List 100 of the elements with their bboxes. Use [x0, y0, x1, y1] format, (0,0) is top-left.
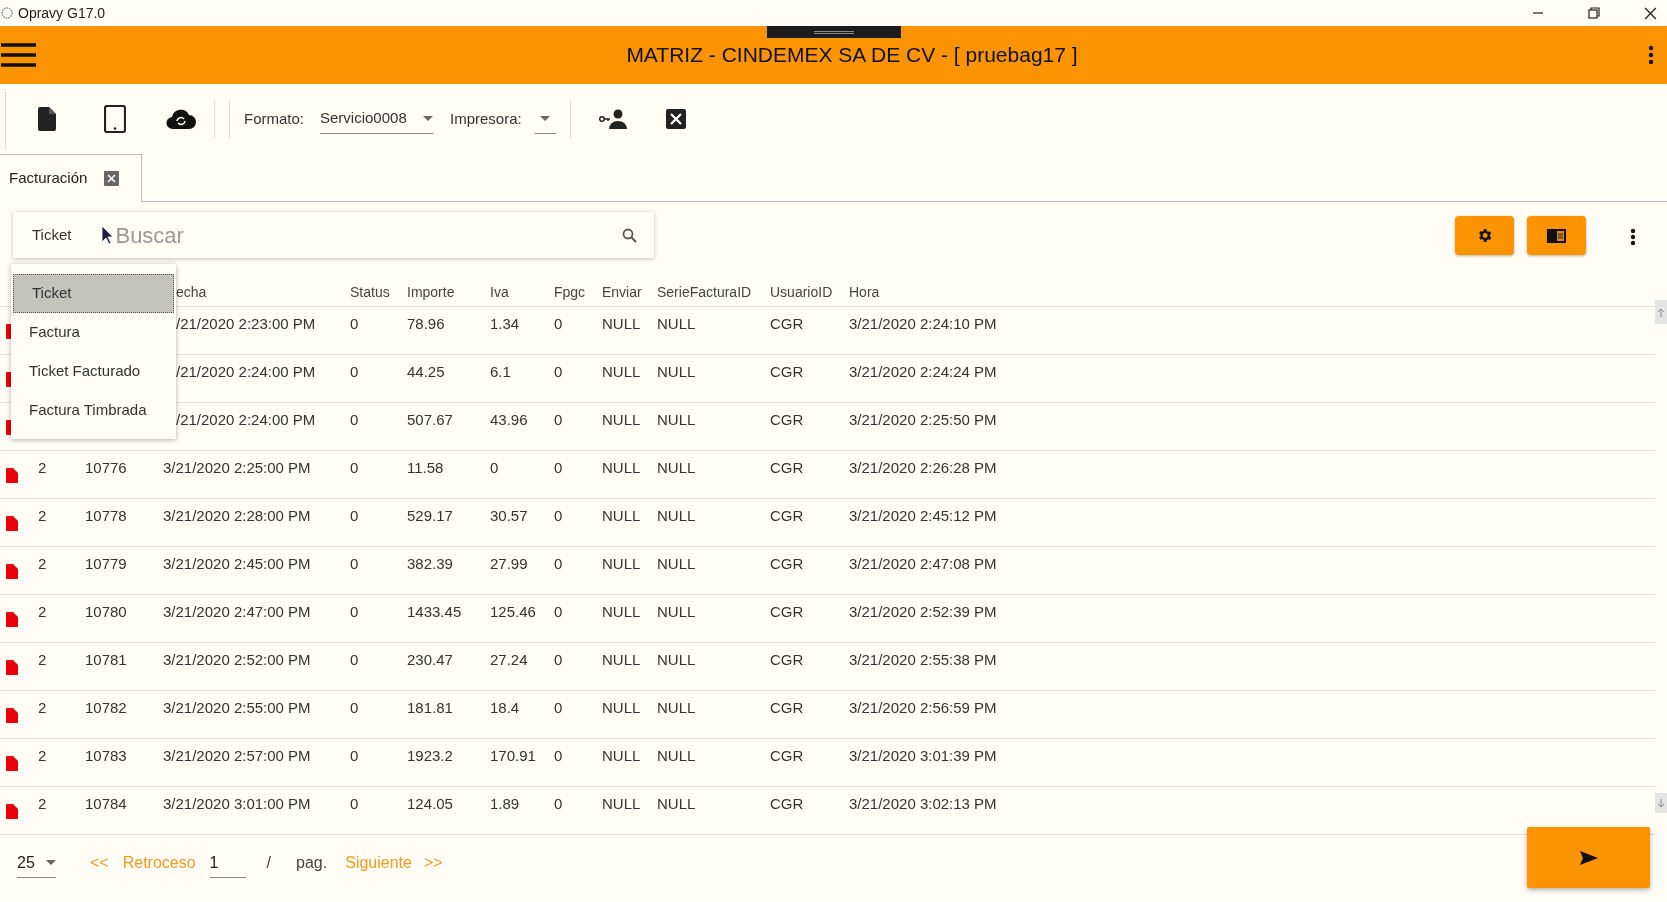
- settings-button[interactable]: [1455, 216, 1514, 255]
- column-header: Importe: [407, 284, 455, 300]
- table-cell: 3/21/2020 2:55:00 PM: [163, 699, 311, 716]
- table-cell: 0: [350, 795, 359, 812]
- table-cell: 230.47: [407, 651, 453, 668]
- cursor-icon: [101, 225, 114, 245]
- table-cell: NULL: [602, 459, 641, 476]
- table-cell: 10779: [85, 555, 127, 572]
- table-cell: 0: [554, 459, 563, 476]
- table-cell: 0: [350, 507, 359, 524]
- scroll-down-button[interactable]: [1655, 793, 1667, 813]
- table-cell: NULL: [657, 315, 696, 332]
- cloud-sync-icon[interactable]: [166, 108, 196, 130]
- close-box-icon[interactable]: [665, 109, 686, 129]
- menu-icon[interactable]: [1, 42, 36, 68]
- search-field[interactable]: Buscar: [115, 218, 622, 252]
- document-icon: [6, 660, 18, 675]
- table-cell: NULL: [657, 651, 696, 668]
- table-cell: /21/2020 2:23:00 PM: [176, 315, 316, 332]
- filter-select[interactable]: Ticket: [32, 223, 72, 247]
- table-cell: CGR: [770, 315, 804, 332]
- table-cell: 2: [38, 699, 47, 716]
- caret-icon: [540, 116, 551, 121]
- table-cell: 0: [350, 411, 359, 428]
- close-icon[interactable]: [1644, 6, 1657, 20]
- table-cell: 10783: [85, 747, 127, 764]
- table-cell: CGR: [770, 411, 804, 428]
- table-cell: NULL: [602, 411, 641, 428]
- table-cell: NULL: [602, 699, 641, 716]
- column-header: Iva: [490, 284, 509, 300]
- table-cell: 44.25: [407, 363, 445, 380]
- table-cell: NULL: [657, 507, 696, 524]
- format-dropdown[interactable]: Servicio0008: [320, 104, 433, 134]
- more-icon[interactable]: [1630, 228, 1636, 246]
- panel-icon: [1547, 228, 1566, 243]
- table-cell: 10776: [85, 459, 127, 476]
- table-cell: 3/21/2020 2:52:00 PM: [163, 651, 311, 668]
- table-cell: 181.81: [407, 699, 453, 716]
- table-cell: 3/21/2020 2:25:50 PM: [849, 411, 997, 428]
- table-cell: 3/21/2020 2:55:38 PM: [849, 651, 997, 668]
- tablet-icon[interactable]: [104, 105, 126, 133]
- table-cell: CGR: [770, 699, 804, 716]
- more-icon[interactable]: [1648, 45, 1654, 65]
- table-cell: 3/21/2020 2:47:08 PM: [849, 555, 997, 572]
- column-header: Fpgc: [554, 284, 586, 300]
- menu-item[interactable]: Ticket Facturado: [11, 352, 176, 391]
- table-cell: 2: [38, 555, 47, 572]
- table-cell: 0: [350, 459, 359, 476]
- table-cell: NULL: [602, 363, 641, 380]
- table-cell: NULL: [657, 555, 696, 572]
- drag-handle[interactable]: [767, 26, 901, 38]
- table-cell: 3/21/2020 3:01:39 PM: [849, 747, 997, 764]
- table-cell: 2: [38, 795, 47, 812]
- table-cell: 3/21/2020 2:56:59 PM: [849, 699, 997, 716]
- menu-item[interactable]: Ticket: [13, 274, 174, 313]
- table-cell: NULL: [657, 603, 696, 620]
- table-cell: 18.4: [490, 699, 520, 716]
- table-cell: 0: [554, 555, 563, 572]
- table-cell: 0: [350, 651, 359, 668]
- caret-icon: [423, 116, 433, 121]
- table-cell: CGR: [770, 747, 804, 764]
- arrow-up-icon: [1657, 307, 1665, 317]
- user-key-icon[interactable]: [598, 109, 629, 129]
- arrow-down-icon: [1657, 798, 1665, 808]
- table-cell: 78.96: [407, 315, 445, 332]
- table-cell: 2: [38, 459, 47, 476]
- panel-button[interactable]: [1527, 216, 1586, 255]
- tab[interactable]: Facturación: [0, 154, 142, 202]
- table-cell: 0: [350, 363, 359, 380]
- page-input[interactable]: 1: [209, 848, 246, 878]
- restore-icon[interactable]: [1588, 7, 1600, 19]
- table-cell: 382.39: [407, 555, 453, 572]
- send-icon: [1579, 850, 1598, 865]
- menu-item[interactable]: Factura: [11, 313, 176, 352]
- document-icon[interactable]: [38, 107, 56, 131]
- table-cell: 3/21/2020 2:47:00 PM: [163, 603, 311, 620]
- app-title: MATRIZ - CINDEMEX SA DE CV - [ pruebag17 ]: [626, 42, 1078, 69]
- table-cell: 0: [554, 795, 563, 812]
- table-cell: 507.67: [407, 411, 453, 428]
- search-icon[interactable]: [622, 227, 637, 243]
- document-icon: [6, 564, 18, 579]
- page-size-select[interactable]: 25: [17, 848, 56, 878]
- table-cell: 3/21/2020 2:52:39 PM: [849, 603, 997, 620]
- table-cell: 3/21/2020 3:01:00 PM: [163, 795, 311, 812]
- caret-icon: [46, 860, 56, 865]
- table-cell: /21/2020 2:24:00 PM: [176, 363, 316, 380]
- table-cell: 3/21/2020 3:02:13 PM: [849, 795, 997, 812]
- page-separator: /: [266, 853, 272, 873]
- column-header: UsuarioID: [770, 284, 833, 300]
- table-cell: NULL: [602, 555, 641, 572]
- document-icon: [6, 612, 18, 627]
- printer-label: Impresora:: [450, 108, 522, 129]
- table-cell: NULL: [602, 747, 641, 764]
- menu-item[interactable]: Factura Timbrada: [11, 391, 176, 430]
- search-bar[interactable]: Ticket Buscar: [13, 212, 654, 258]
- table-cell: 0: [350, 315, 359, 332]
- table-cell: 529.17: [407, 507, 453, 524]
- document-icon: [6, 756, 18, 771]
- document-icon: [6, 468, 18, 483]
- table-cell: 2: [38, 747, 47, 764]
